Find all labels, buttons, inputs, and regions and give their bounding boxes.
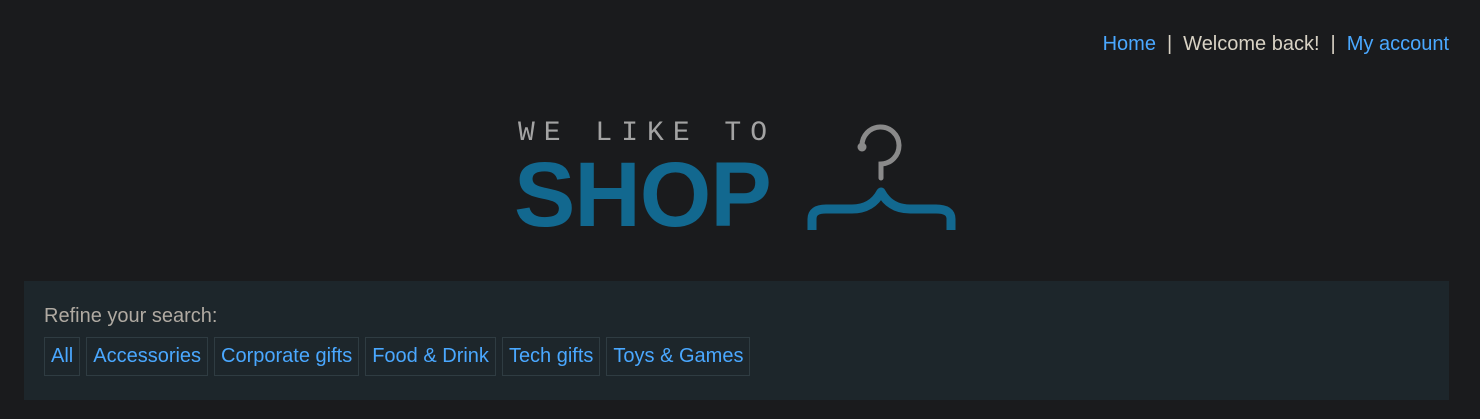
top-nav: Home | Welcome back! | My account <box>1103 32 1449 56</box>
filter-corporate-gifts[interactable]: Corporate gifts <box>214 337 360 376</box>
welcome-text: Welcome back! <box>1183 33 1320 55</box>
home-link[interactable]: Home <box>1103 33 1156 55</box>
filter-all[interactable]: All <box>44 337 81 376</box>
nav-separator: | <box>1166 33 1173 55</box>
filter-toys-games[interactable]: Toys & Games <box>606 337 751 376</box>
refine-search-label: Refine your search: <box>44 305 218 327</box>
filter-tech-gifts[interactable]: Tech gifts <box>501 337 601 376</box>
logo-wordmark: SHOP <box>514 144 772 246</box>
site-logo[interactable]: WE LIKE TO SHOP <box>514 115 964 246</box>
my-account-link[interactable]: My account <box>1347 33 1449 55</box>
filter-panel: Refine your search: All Accessories Corp… <box>24 281 1449 400</box>
filter-accessories[interactable]: Accessories <box>86 337 209 376</box>
hanger-icon <box>807 124 956 230</box>
filter-food-drink[interactable]: Food & Drink <box>365 337 496 376</box>
category-filter-list: All Accessories Corporate gifts Food & D… <box>44 337 751 376</box>
nav-separator: | <box>1330 33 1336 55</box>
